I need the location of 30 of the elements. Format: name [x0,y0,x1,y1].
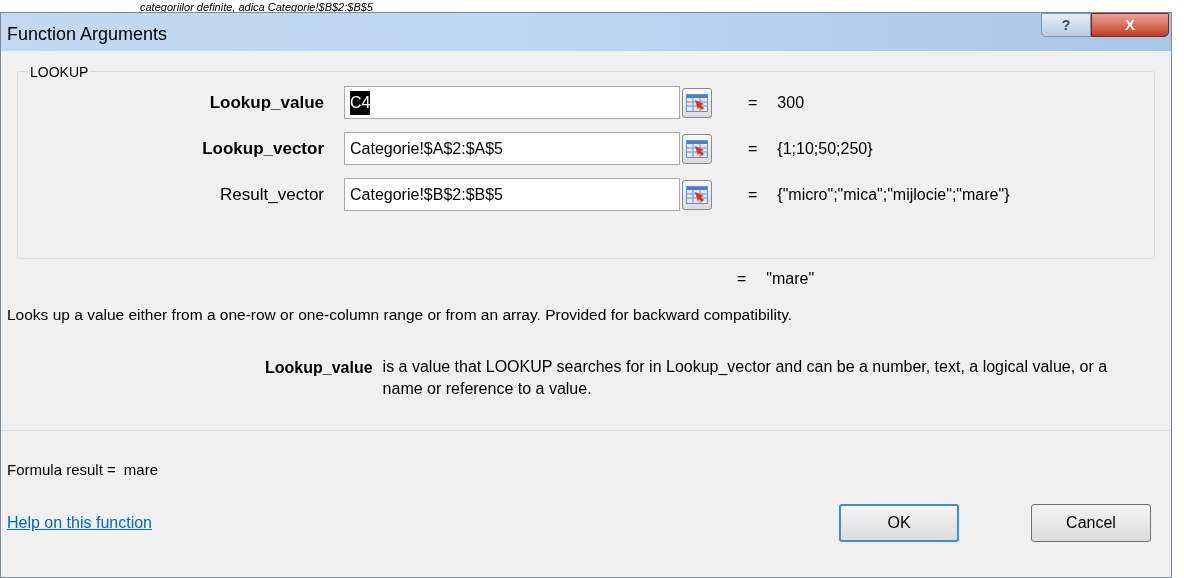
help-button[interactable]: ? [1041,13,1091,37]
equals-sign: = [748,184,758,205]
equals-sign: = [737,269,747,289]
equals-sign: = [748,138,758,159]
dialog-button[interactable]: Cancel [1031,503,1151,542]
argument-label: Result_vector [219,183,325,206]
input-field[interactable]: C4 [344,86,680,119]
help-link[interactable]: Help on this function [7,510,152,535]
argument-label: Lookup_value [208,91,325,114]
equals-sign: = [748,92,758,113]
formula-result-label: Formula result = [7,460,116,481]
range-select-button[interactable] [682,87,712,118]
argument-name: Lookup_value [265,358,373,379]
dialog-button[interactable]: OK [839,503,959,542]
range-select-button[interactable] [682,179,712,210]
range-picker-icon [686,93,708,112]
range-picker-icon [686,185,708,204]
function-description: Looks up a value either from a one-row or one-column range or from an array. Provided for backward compatibility. [7,305,794,325]
range-select-button[interactable] [682,133,712,164]
argument-result: {1;10;50;250} [777,138,873,159]
function-result: "mare" [766,269,815,289]
argument-result: 300 [777,92,805,113]
range-picker-icon [686,139,708,158]
input-field[interactable]: Categorie!$A$2:$A$5 [344,132,680,165]
argument-result: {"micro";"mica";"mijlocie";"mare"} [777,184,1010,205]
input-field[interactable]: Categorie!$B$2:$B$5 [344,178,680,211]
argument-label: Lookup_vector [201,137,325,160]
argument-description: is a value that LOOKUP searches for in Lookup_vector and can be a number, text, a logical value, or a name or reference to a value. [382,357,1109,400]
formula-result-value: mare [123,460,158,481]
window-title: Function Arguments [7,23,168,46]
